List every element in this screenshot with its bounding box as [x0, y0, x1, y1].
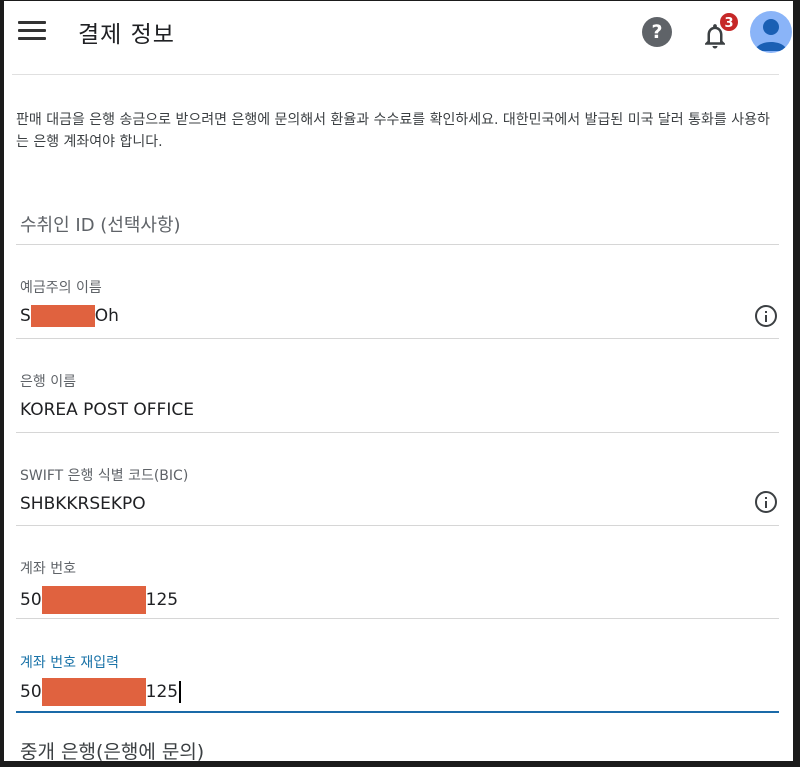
- bank-name-field[interactable]: 은행 이름 KOREA POST OFFICE: [16, 367, 779, 433]
- account-holder-value: S Oh: [20, 305, 119, 327]
- field-underline: [16, 244, 779, 245]
- info-icon[interactable]: [755, 491, 777, 513]
- account-number-field[interactable]: 계좌 번호 50 125: [16, 554, 779, 619]
- swift-field[interactable]: SWIFT 은행 식별 코드(BIC) SHBKKRSEKPO: [16, 461, 779, 526]
- recipient-id-placeholder: 수취인 ID (선택사항): [20, 215, 181, 236]
- help-icon[interactable]: ?: [642, 17, 672, 47]
- redaction-block: [30, 305, 95, 327]
- account-holder-label: 예금주의 이름: [20, 280, 102, 296]
- avatar[interactable]: [750, 11, 792, 53]
- text-caret: [179, 681, 182, 703]
- account-holder-field[interactable]: 예금주의 이름 S Oh: [16, 273, 779, 339]
- info-icon[interactable]: [755, 305, 777, 327]
- info-text: 판매 대금을 은행 송금으로 받으려면 은행에 문의해서 환율과 수수료를 확인…: [16, 112, 770, 150]
- notification-badge: 3: [718, 11, 740, 33]
- menu-icon[interactable]: [18, 21, 46, 43]
- account-number-confirm-field[interactable]: 계좌 번호 재입력 50 125: [16, 648, 779, 713]
- field-underline: [16, 618, 779, 619]
- notifications-button[interactable]: 3: [700, 11, 740, 51]
- top-divider: [12, 74, 779, 75]
- bank-name-label: 은행 이름: [20, 374, 76, 390]
- redaction-block: [41, 586, 146, 614]
- redaction-block: [41, 678, 146, 706]
- app-frame: 결제 정보 ? 3 판매 대금을 은행 송금으로 받으려면 은행에 문의해서 환…: [0, 0, 800, 767]
- user-icon: [755, 19, 787, 51]
- account-number-label: 계좌 번호: [20, 561, 76, 577]
- intermediary-bank-heading: 중개 은행(은행에 문의): [20, 741, 205, 763]
- field-underline-focused: [16, 711, 779, 713]
- field-underline: [16, 338, 779, 339]
- field-underline: [16, 525, 779, 526]
- app-bar: 결제 정보 ? 3: [4, 1, 793, 63]
- account-number-confirm-value: 50 125: [20, 678, 182, 706]
- account-number-value: 50 125: [20, 586, 178, 614]
- field-underline: [16, 432, 779, 433]
- page-title: 결제 정보: [78, 22, 175, 48]
- swift-label: SWIFT 은행 식별 코드(BIC): [20, 468, 189, 484]
- swift-value: SHBKKRSEKPO: [20, 494, 146, 514]
- recipient-id-field[interactable]: 수취인 ID (선택사항): [16, 197, 779, 245]
- account-number-confirm-label: 계좌 번호 재입력: [20, 655, 120, 671]
- bank-name-value: KOREA POST OFFICE: [20, 400, 194, 420]
